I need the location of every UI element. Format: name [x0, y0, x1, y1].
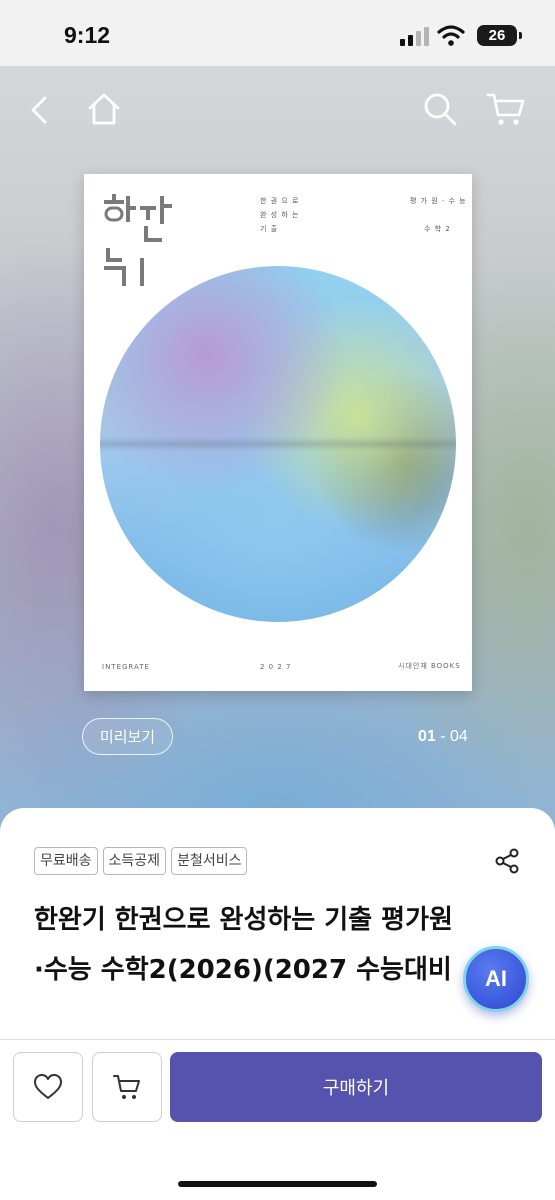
- cart-icon: [486, 93, 525, 125]
- book-cover-image[interactable]: 한 권 으 로 완 성 하 는 기 출 평 가 원 · 수 능 수 학 2 IN…: [84, 174, 472, 691]
- cover-footer-left: INTEGRATE: [102, 663, 150, 671]
- badge-list: 무료배송 소득공제 분철서비스: [34, 847, 248, 875]
- search-button[interactable]: [418, 87, 462, 131]
- cover-right1: 평 가 원 · 수 능: [410, 197, 467, 205]
- cover-line2: 완 성 하 는: [260, 211, 300, 219]
- cover-logo: [104, 194, 172, 286]
- cover-footer-right: 시대인재 BOOKS: [398, 662, 461, 670]
- cover-footer-mid: 2 0 2 7: [260, 663, 292, 671]
- ai-assistant-button[interactable]: AI: [463, 946, 529, 1012]
- cover-orb-art: [100, 266, 456, 622]
- wifi-icon: [437, 25, 465, 46]
- home-button[interactable]: [82, 87, 126, 131]
- battery-icon: 26: [477, 25, 522, 46]
- product-title: 한완기 한권으로 완성하는 기출 평가원 ·수능 수학2(2026)(2027 …: [34, 895, 534, 995]
- badge-free-shipping: 무료배송: [34, 847, 98, 875]
- add-to-cart-button[interactable]: [92, 1052, 162, 1122]
- preview-button[interactable]: 미리보기: [82, 718, 173, 755]
- total-pages: 04: [450, 728, 468, 745]
- cover-line3: 기 출: [260, 225, 279, 233]
- badge-binding-service: 분철서비스: [171, 847, 248, 875]
- cart-button[interactable]: [484, 87, 528, 131]
- wishlist-button[interactable]: [13, 1052, 83, 1122]
- status-bar: 9:12 26: [0, 0, 555, 66]
- back-icon: [31, 96, 47, 124]
- current-page: 01: [418, 728, 436, 745]
- image-page-indicator: 01 - 04: [418, 728, 468, 746]
- cart-icon: [113, 1075, 140, 1099]
- share-icon: [495, 848, 519, 874]
- search-icon: [424, 93, 457, 126]
- cover-line1: 한 권 으 로: [260, 197, 300, 205]
- divider: [0, 1039, 555, 1040]
- page-separator: -: [435, 728, 451, 745]
- share-button[interactable]: [494, 848, 520, 874]
- product-title-line2: ·수능 수학2(2026)(2027 수능대비: [34, 955, 452, 985]
- badge-tax-deduction: 소득공제: [102, 847, 167, 875]
- home-indicator: [178, 1181, 377, 1187]
- cover-right2: 수 학 2: [424, 225, 451, 233]
- product-title-line1: 한완기 한권으로 완성하는 기출 평가원: [34, 905, 453, 935]
- signal-icon: [400, 27, 429, 46]
- home-icon: [88, 93, 120, 125]
- buy-button[interactable]: 구매하기: [170, 1052, 542, 1122]
- back-button[interactable]: [18, 88, 62, 132]
- status-time: 9:12: [64, 22, 111, 48]
- heart-icon: [34, 1074, 62, 1099]
- status-icons: 26: [387, 24, 522, 48]
